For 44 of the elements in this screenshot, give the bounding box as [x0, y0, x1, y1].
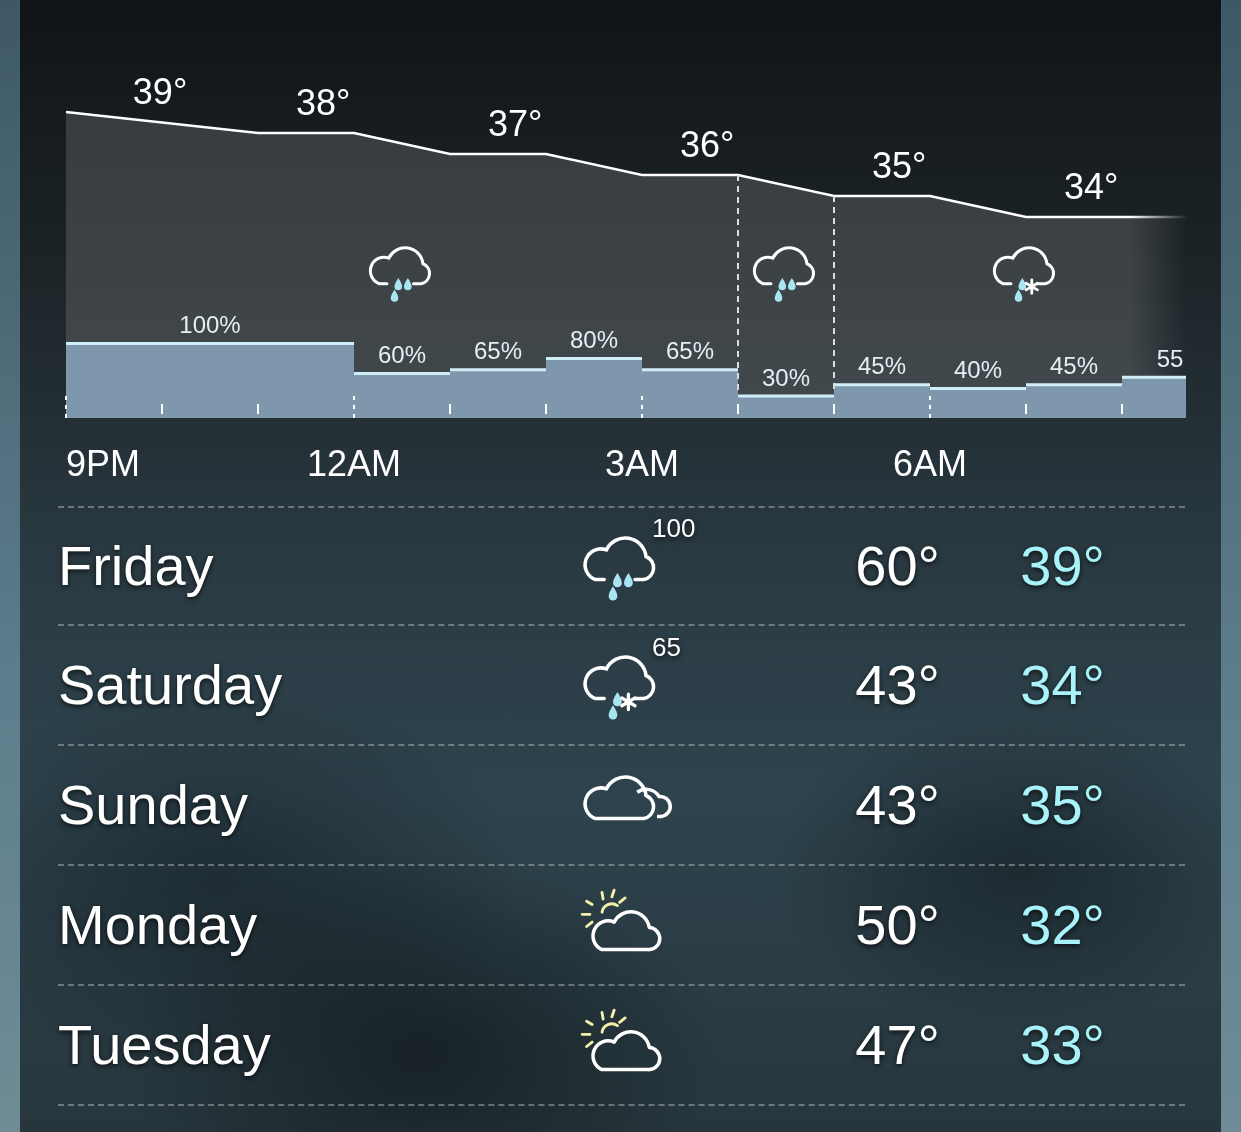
precipitation-label: 65% [474, 337, 522, 365]
temperature-label: 34° [1064, 166, 1119, 207]
temperature-label: 38° [296, 82, 351, 123]
sun-cloud-icon [580, 1008, 662, 1072]
hour-tick [65, 395, 67, 419]
temperature-label: 39° [132, 71, 188, 112]
clouds-icon [583, 775, 672, 821]
precipitation-label: 40% [954, 356, 1002, 383]
temperature-label: 36° [680, 124, 735, 165]
low-temperature: 35° [1019, 777, 1105, 833]
high-temperature: 43° [854, 657, 940, 713]
low-temperature: 33° [1019, 1017, 1105, 1073]
rain-cloud-icon [752, 246, 816, 302]
rain-cloud-icon [368, 246, 432, 302]
high-temperature: 43° [854, 777, 940, 833]
low-temperature: 34° [1019, 657, 1105, 713]
low-temperature: 32° [1019, 897, 1105, 953]
high-temperature: 47° [854, 1017, 940, 1073]
high-temperature: 50° [854, 897, 940, 953]
time-label: 3AM [605, 443, 679, 484]
precipitation-label: 80% [570, 326, 618, 353]
precipitation-label: 65% [666, 337, 714, 365]
time-label: 6AM [893, 443, 967, 484]
sleet-cloud-icon [583, 655, 656, 720]
hour-tick [929, 395, 931, 419]
hour-tick [641, 395, 643, 419]
rain-cloud-icon [583, 536, 656, 601]
precipitation-label: 45% [858, 352, 906, 380]
precipitation-label: 60% [378, 341, 426, 368]
precipitation-label: 100% [179, 311, 241, 338]
precipitation-chance: 100 [652, 515, 696, 541]
time-label: 12AM [307, 443, 401, 484]
time-label: 9PM [66, 443, 141, 484]
high-temperature: 60° [854, 538, 940, 594]
precipitation-label: 45% [1050, 352, 1098, 380]
precipitation-label: 30% [762, 363, 810, 391]
sun-cloud-icon [580, 888, 662, 952]
precipitation-label: 55 [1156, 344, 1184, 372]
precipitation-chance: 65 [652, 634, 681, 660]
temperature-label: 35° [872, 145, 927, 186]
sleet-cloud-icon [992, 246, 1056, 302]
temperature-label: 37° [488, 103, 543, 144]
hour-tick [353, 395, 355, 419]
low-temperature: 39° [1019, 538, 1105, 594]
